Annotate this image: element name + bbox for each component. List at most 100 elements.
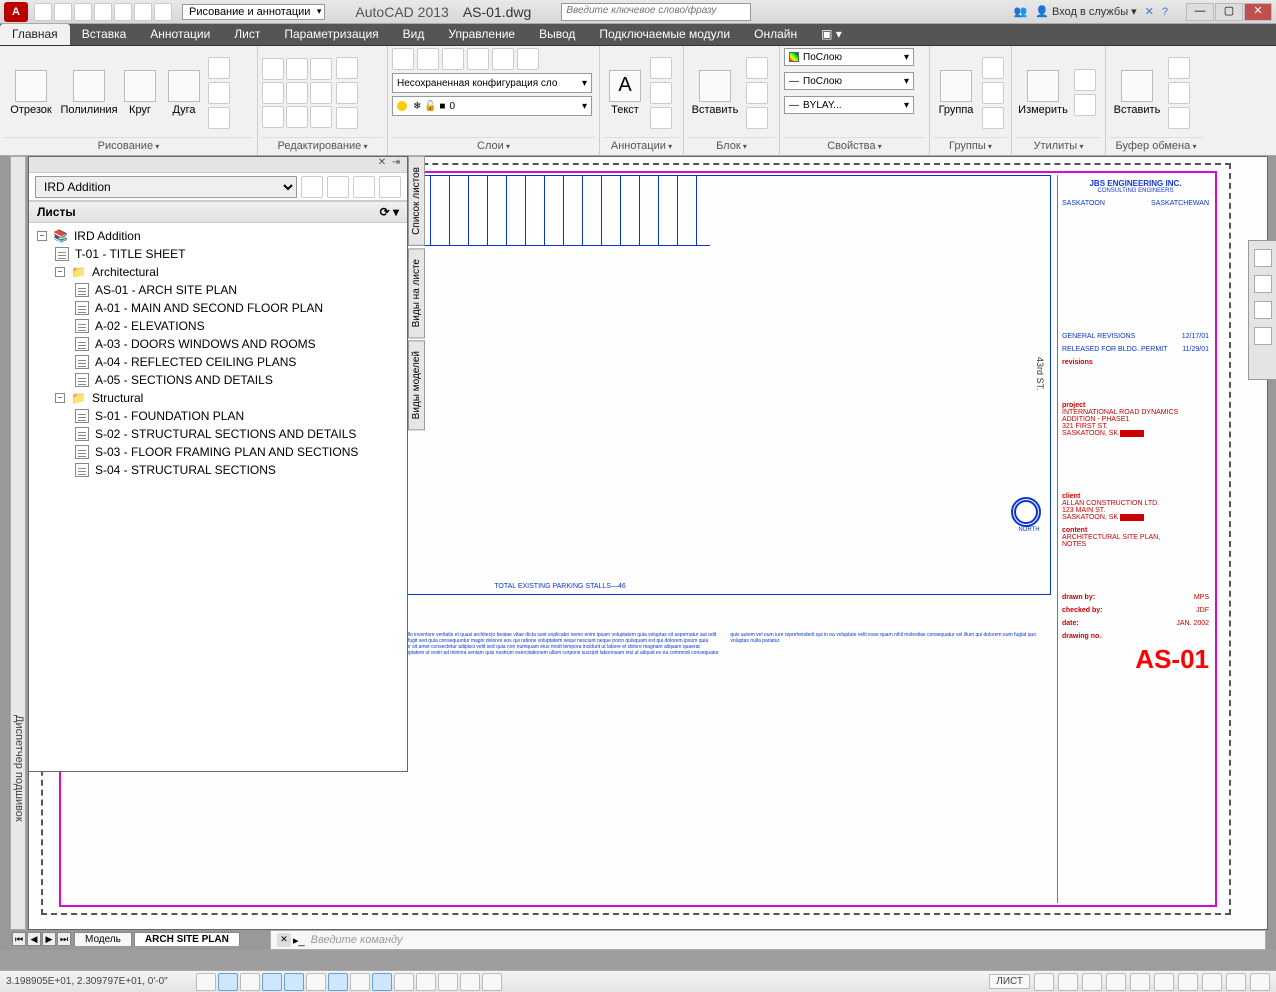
layer-lock-icon[interactable] bbox=[467, 48, 489, 70]
exchange-icon[interactable]: ✕ bbox=[1145, 5, 1154, 18]
qat-new-icon[interactable] bbox=[34, 3, 52, 21]
linetype-dropdown[interactable]: — BYLAY...▾ bbox=[784, 96, 914, 114]
hatch-icon[interactable] bbox=[208, 82, 230, 104]
copy-icon[interactable] bbox=[262, 82, 284, 104]
tab-output[interactable]: Вывод bbox=[527, 24, 587, 45]
panel-annot-title[interactable]: Аннотации bbox=[604, 137, 679, 155]
app-menu-icon[interactable]: A bbox=[4, 2, 28, 22]
sheet-a04[interactable]: A-04 - REFLECTED CEILING PLANS bbox=[35, 353, 401, 371]
cut-icon[interactable] bbox=[1168, 57, 1190, 79]
autoscale-icon[interactable] bbox=[1130, 973, 1150, 991]
subset-architectural[interactable]: −📁 Architectural bbox=[35, 263, 401, 281]
tab-view[interactable]: Вид bbox=[391, 24, 437, 45]
layer-state-dropdown[interactable]: Несохраненная конфигурация сло▾ bbox=[392, 73, 592, 93]
layer-off-icon[interactable] bbox=[417, 48, 439, 70]
scale-icon[interactable] bbox=[286, 106, 308, 128]
quickview-layouts-icon[interactable] bbox=[1034, 973, 1054, 991]
mirror-icon[interactable] bbox=[286, 82, 308, 104]
panel-modify-title[interactable]: Редактирование bbox=[262, 137, 383, 155]
tpy-toggle[interactable] bbox=[416, 973, 436, 991]
signin-link[interactable]: 👤 Вход в службы ▾ bbox=[1035, 5, 1136, 18]
sheet-s02[interactable]: S-02 - STRUCTURAL SECTIONS AND DETAILS bbox=[35, 425, 401, 443]
qat-saveas-icon[interactable] bbox=[94, 3, 112, 21]
stretch-icon[interactable] bbox=[262, 106, 284, 128]
ellipse-icon[interactable] bbox=[208, 107, 230, 129]
layout-tab-archsiteplan[interactable]: ARCH SITE PLAN bbox=[134, 932, 240, 946]
infocenter-search[interactable] bbox=[561, 3, 751, 21]
cleanscreen-icon[interactable] bbox=[1250, 973, 1270, 991]
layerprops-icon[interactable] bbox=[392, 48, 414, 70]
qat-plot-icon[interactable] bbox=[114, 3, 132, 21]
layer-freeze-icon[interactable] bbox=[442, 48, 464, 70]
sheetset-dropdown[interactable]: IRD Addition bbox=[35, 176, 297, 198]
3dosnap-toggle[interactable] bbox=[306, 973, 326, 991]
maximize-button[interactable]: ▢ bbox=[1215, 3, 1243, 21]
copy-clip-icon[interactable] bbox=[1168, 82, 1190, 104]
tab-plugins[interactable]: Подключаемые модули bbox=[587, 24, 742, 45]
dyn-toggle[interactable] bbox=[372, 973, 392, 991]
expand-icon[interactable]: − bbox=[37, 231, 47, 241]
qat-redo-icon[interactable] bbox=[154, 3, 172, 21]
arc-button[interactable]: Дуга bbox=[164, 70, 204, 116]
annoscale-icon[interactable] bbox=[1082, 973, 1102, 991]
cmd-recent-icon[interactable]: ▸_ bbox=[293, 934, 305, 947]
rotate-icon[interactable] bbox=[286, 58, 308, 80]
isolate-icon[interactable] bbox=[1226, 973, 1246, 991]
layout-prev-icon[interactable]: ◀ bbox=[27, 932, 41, 946]
panel-utils-title[interactable]: Утилиты bbox=[1016, 137, 1101, 155]
ungroup-icon[interactable] bbox=[982, 57, 1004, 79]
ssm-close-icon[interactable]: ✕ bbox=[375, 157, 389, 172]
vtab-sheet-list[interactable]: Список листов bbox=[408, 156, 425, 246]
vtab-model-views[interactable]: Виды моделей bbox=[408, 340, 425, 430]
table-icon[interactable] bbox=[650, 107, 672, 129]
a360-icon[interactable]: 👥 bbox=[1014, 5, 1028, 18]
hardware-accel-icon[interactable] bbox=[1202, 973, 1222, 991]
panel-block-title[interactable]: Блок bbox=[688, 137, 775, 155]
ssm-publish-icon[interactable] bbox=[327, 176, 349, 198]
otrack-toggle[interactable] bbox=[328, 973, 348, 991]
layout-next-icon[interactable]: ▶ bbox=[42, 932, 56, 946]
sheet-a02[interactable]: A-02 - ELEVATIONS bbox=[35, 317, 401, 335]
group-select-icon[interactable] bbox=[982, 107, 1004, 129]
sheet-s04[interactable]: S-04 - STRUCTURAL SECTIONS bbox=[35, 461, 401, 479]
close-button[interactable]: ✕ bbox=[1244, 3, 1272, 21]
color-dropdown[interactable]: ПоСлою▾ bbox=[784, 48, 914, 66]
coordinates[interactable]: 3.198905E+01, 2.309797E+01, 0'-0" bbox=[6, 976, 196, 987]
layout-last-icon[interactable]: ⏭ bbox=[57, 932, 71, 946]
ssm-details-icon[interactable] bbox=[379, 176, 401, 198]
layer-dropdown[interactable]: ❄ 🔓 ■ 0▾ bbox=[392, 96, 592, 116]
block-attr-icon[interactable] bbox=[746, 107, 768, 129]
qat-save-icon[interactable] bbox=[74, 3, 92, 21]
move-icon[interactable] bbox=[262, 58, 284, 80]
layer-match-icon[interactable] bbox=[517, 48, 539, 70]
orbit-icon[interactable] bbox=[1254, 327, 1272, 345]
expand-icon[interactable]: − bbox=[55, 393, 65, 403]
tree-root[interactable]: −📚 IRD Addition bbox=[35, 227, 401, 245]
sheet-a05[interactable]: A-05 - SECTIONS AND DETAILS bbox=[35, 371, 401, 389]
quickview-drawings-icon[interactable] bbox=[1058, 973, 1078, 991]
pan-icon[interactable] bbox=[1254, 275, 1272, 293]
sheet-a03[interactable]: A-03 - DOORS WINDOWS AND ROOMS bbox=[35, 335, 401, 353]
sheet-as01[interactable]: AS-01 - ARCH SITE PLAN bbox=[35, 281, 401, 299]
tab-parametric[interactable]: Параметризация bbox=[272, 24, 390, 45]
rectangle-icon[interactable] bbox=[208, 57, 230, 79]
model-tab[interactable]: Модель bbox=[74, 932, 132, 946]
layer-unlock-icon[interactable] bbox=[492, 48, 514, 70]
lineweight-dropdown[interactable]: — ПоСлою▾ bbox=[784, 72, 914, 90]
measure-button[interactable]: Измерить bbox=[1016, 70, 1070, 116]
ssm-autohide-icon[interactable]: ⇥ bbox=[389, 157, 403, 172]
tab-manage[interactable]: Управление bbox=[436, 24, 527, 45]
line-button[interactable]: Отрезок bbox=[4, 70, 58, 116]
ssm-palette-title[interactable]: Диспетчер подшивок bbox=[10, 156, 26, 930]
sc-toggle[interactable] bbox=[460, 973, 480, 991]
qat-open-icon[interactable] bbox=[54, 3, 72, 21]
snap-toggle[interactable] bbox=[196, 973, 216, 991]
ssm-section-toggle-icon[interactable]: ⟳ ▾ bbox=[380, 205, 399, 219]
grid-toggle[interactable] bbox=[218, 973, 238, 991]
help-icon[interactable]: ? bbox=[1162, 6, 1168, 18]
modelspace-button[interactable]: ЛИСТ bbox=[989, 974, 1030, 989]
circle-button[interactable]: Круг bbox=[120, 70, 160, 116]
panel-groups-title[interactable]: Группы bbox=[934, 137, 1007, 155]
tab-online[interactable]: Онлайн bbox=[742, 24, 809, 45]
trim-icon[interactable] bbox=[310, 58, 332, 80]
